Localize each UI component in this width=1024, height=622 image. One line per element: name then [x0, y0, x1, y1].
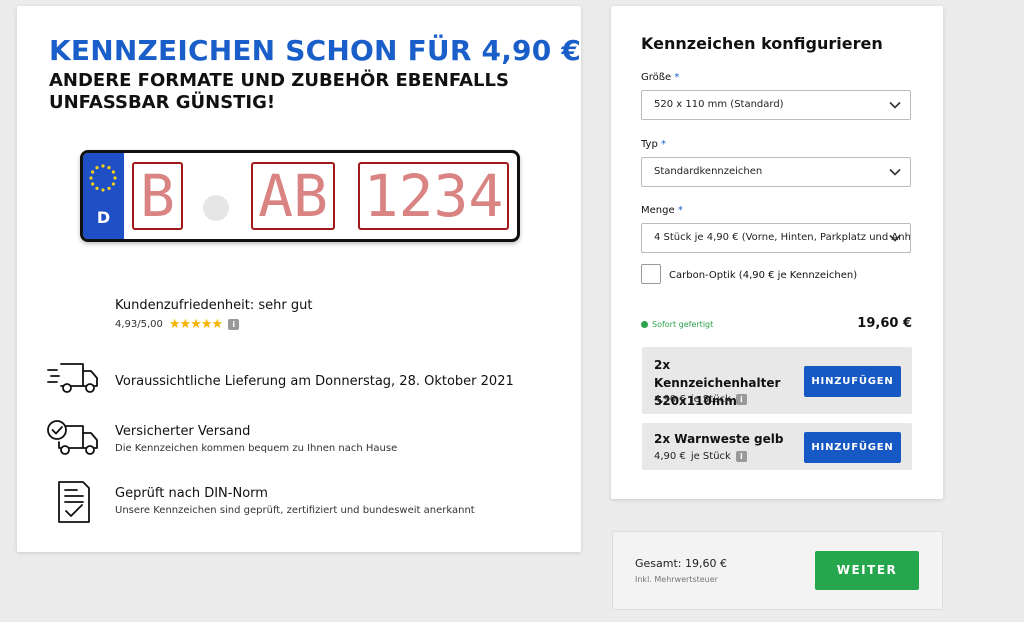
- rating-title: Kundenzufriedenheit: sehr gut: [115, 298, 313, 313]
- addon-vest-name: 2x Warnweste gelb: [654, 432, 784, 446]
- plate-letters: AB: [251, 162, 335, 230]
- configurator-card: Kennzeichen konfigurieren Größe * 520 x …: [611, 6, 943, 499]
- certificate-document-icon: [58, 481, 90, 523]
- add-vest-button[interactable]: HINZUFÜGEN: [804, 432, 901, 463]
- quantity-select[interactable]: 4 Stück je 4,90 € (Vorne, Hinten, Parkpl…: [641, 223, 911, 253]
- info-icon[interactable]: i: [228, 319, 240, 330]
- config-price: 19,60 €: [857, 316, 912, 331]
- insured-truck-icon: [47, 420, 98, 455]
- license-plate-preview: D B AB 1234: [80, 150, 520, 242]
- type-select-value: Standardkennzeichen: [654, 166, 763, 177]
- info-icon[interactable]: i: [735, 451, 747, 462]
- delivery-truck-icon: [47, 363, 98, 393]
- quantity-select-value: 4 Stück je 4,90 € (Vorne, Hinten, Parkpl…: [654, 232, 911, 243]
- continue-button[interactable]: WEITER: [815, 551, 919, 590]
- production-status-text: Sofort gefertigt: [652, 320, 714, 329]
- type-select[interactable]: Standardkennzeichen: [641, 157, 911, 187]
- hero-title: KENNZEICHEN SCHON FÜR 4,90 €: [49, 34, 582, 67]
- product-info-card: KENNZEICHEN SCHON FÜR 4,90 € ANDERE FORM…: [17, 6, 581, 552]
- delivery-feature: Voraussichtliche Lieferung am Donnerstag…: [45, 358, 565, 398]
- rating-row: 4,93/5,00 ★★★★★ i: [115, 317, 240, 332]
- chevron-down-icon: [889, 168, 901, 176]
- din-desc: Unsere Kennzeichen sind geprüft, zertifi…: [115, 505, 475, 516]
- rating-feature: Kundenzufriedenheit: sehr gut 4,93/5,00 …: [45, 298, 565, 338]
- insured-feature: Versicherter Versand Die Kennzeichen kom…: [45, 418, 565, 462]
- delivery-title: Voraussichtliche Lieferung am Donnerstag…: [115, 374, 514, 389]
- info-icon[interactable]: i: [735, 394, 747, 405]
- carbon-checkbox-label: Carbon-Optik (4,90 € je Kennzeichen): [669, 270, 858, 281]
- total-label: Gesamt: 19,60 €: [635, 557, 727, 570]
- configurator-title: Kennzeichen konfigurieren: [641, 34, 883, 53]
- carbon-checkbox[interactable]: [641, 264, 661, 284]
- rating-stars-icon: ★★★★★: [168, 317, 223, 332]
- total-card: Gesamt: 19,60 € Inkl. Mehrwertsteuer WEI…: [612, 531, 943, 610]
- chevron-down-icon: [889, 234, 901, 242]
- eu-stars-icon: [89, 164, 117, 192]
- addon-holder-price: 4,90 € je Stück i: [654, 394, 747, 405]
- type-label: Typ *: [641, 139, 667, 150]
- din-title: Geprüft nach DIN-Norm: [115, 486, 268, 501]
- plate-numbers: 1234: [358, 162, 509, 230]
- plate-district: B: [132, 162, 183, 230]
- total-note: Inkl. Mehrwertsteuer: [635, 575, 718, 584]
- addon-holder: 2x Kennzeichenhalter 520x110mm 4,90 € je…: [642, 347, 912, 414]
- din-feature: Geprüft nach DIN-Norm Unsere Kennzeichen…: [45, 480, 565, 524]
- insured-desc: Die Kennzeichen kommen bequem zu Ihnen n…: [115, 443, 398, 454]
- quantity-label: Menge *: [641, 205, 683, 216]
- plate-seal: [203, 195, 229, 221]
- insured-title: Versicherter Versand: [115, 424, 251, 439]
- add-holder-button[interactable]: HINZUFÜGEN: [804, 366, 901, 397]
- country-code: D: [96, 208, 111, 227]
- production-status: Sofort gefertigt: [641, 320, 713, 329]
- size-select-value: 520 x 110 mm (Standard): [654, 99, 784, 110]
- addon-vest-price: 4,90 € je Stück i: [654, 451, 747, 462]
- rating-score: 4,93/5,00: [115, 319, 163, 330]
- chevron-down-icon: [889, 101, 901, 109]
- addon-vest: 2x Warnweste gelb 4,90 € je Stück i HINZ…: [642, 423, 912, 470]
- size-select[interactable]: 520 x 110 mm (Standard): [641, 90, 911, 120]
- size-label: Größe *: [641, 72, 680, 83]
- hero-subtitle: ANDERE FORMATE UND ZUBEHÖR EBENFALLS UNF…: [49, 70, 509, 113]
- eu-band: D: [83, 153, 124, 239]
- status-dot-icon: [641, 321, 648, 328]
